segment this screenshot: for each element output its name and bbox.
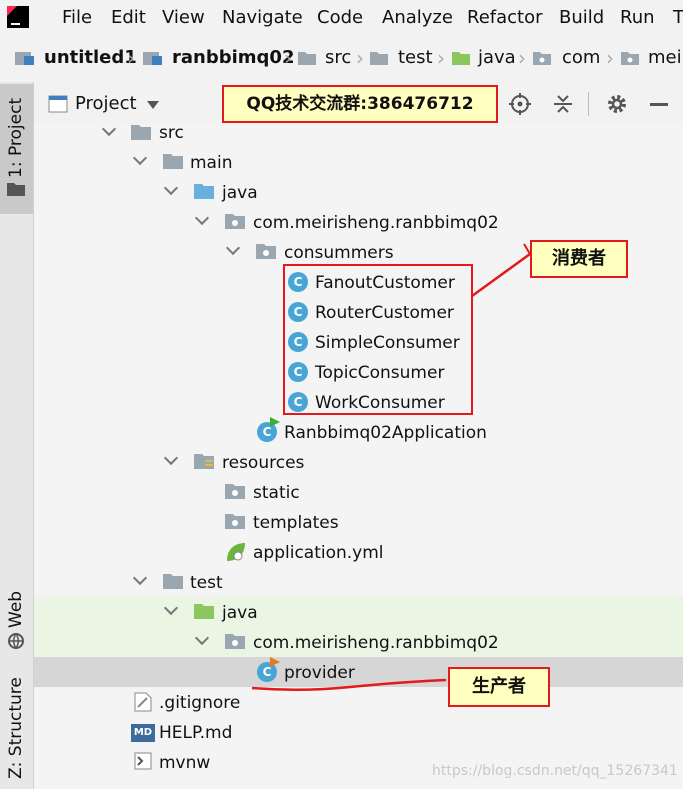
package-icon <box>225 214 245 229</box>
breadcrumb-separator: › <box>127 46 135 70</box>
menu-run[interactable]: Run <box>620 7 655 29</box>
producer-underline-arrow <box>251 678 447 692</box>
menu-bar: File Edit View Navigate Code Analyze Ref… <box>0 0 683 36</box>
test-folder-icon <box>194 604 214 619</box>
menu-tools[interactable]: T <box>673 7 683 29</box>
breadcrumb-separator: › <box>437 46 445 70</box>
tree-item-test-package[interactable]: com.meirisheng.ranbbimq02 <box>253 632 499 654</box>
markdown-file-icon: MD <box>131 724 155 742</box>
menu-edit[interactable]: Edit <box>111 7 146 29</box>
project-view-icon <box>48 95 68 113</box>
breadcrumb-separator: › <box>518 46 526 70</box>
hide-panel-icon[interactable] <box>650 103 668 106</box>
breadcrumb-test[interactable]: test <box>398 47 433 69</box>
structure-tab-label[interactable]: Z: Structure <box>6 677 26 779</box>
tree-item-help-md[interactable]: HELP.md <box>159 722 232 744</box>
tree-item-test-java[interactable]: java <box>222 602 258 624</box>
dropdown-arrow-icon[interactable] <box>147 101 159 109</box>
module-icon <box>143 52 162 65</box>
project-view-selector[interactable]: Project <box>75 93 137 114</box>
locate-icon[interactable] <box>509 93 531 115</box>
tree-item-consummers[interactable]: consummers <box>284 242 394 264</box>
qq-group-banner: QQ技术交流群:386476712 <box>222 85 498 123</box>
tree-item-resources[interactable]: resources <box>222 452 304 474</box>
spring-config-icon <box>227 543 245 561</box>
module-icon <box>15 52 34 65</box>
package-icon <box>533 52 551 65</box>
tree-item-package[interactable]: com.meirisheng.ranbbimq02 <box>253 212 499 234</box>
breadcrumb-java[interactable]: java <box>478 47 516 69</box>
tree-item-gitignore[interactable]: .gitignore <box>159 692 240 714</box>
tree-item-static[interactable]: static <box>253 482 300 504</box>
folder-icon <box>370 52 388 65</box>
breadcrumb-ranbbimq02[interactable]: ranbbimq02 <box>172 47 294 69</box>
folder-icon <box>225 514 245 529</box>
folder-icon <box>298 52 316 65</box>
collapse-all-icon[interactable] <box>552 93 574 115</box>
project-tab-label[interactable]: 1: Project <box>6 98 26 178</box>
intellij-logo-icon <box>7 6 29 28</box>
shell-script-icon <box>134 752 152 770</box>
watermark-url: https://blog.csdn.net/qq_15267341 <box>432 763 678 779</box>
consumer-callout: 消费者 <box>530 240 628 278</box>
folder-icon <box>163 154 183 169</box>
tree-item-application-yml[interactable]: application.yml <box>253 542 384 564</box>
tree-item-src[interactable]: src <box>159 122 184 144</box>
menu-code[interactable]: Code <box>317 7 363 29</box>
tree-item-application[interactable]: Ranbbimq02Application <box>284 422 487 444</box>
breadcrumb-untitled1[interactable]: untitled1 <box>44 47 137 69</box>
menu-analyze[interactable]: Analyze <box>382 7 453 29</box>
gitignore-file-icon <box>134 692 152 712</box>
consumer-highlight-box <box>283 264 473 415</box>
package-icon <box>621 52 639 65</box>
folder-icon <box>7 183 25 196</box>
menu-navigate[interactable]: Navigate <box>222 7 303 29</box>
folder-icon <box>163 574 183 589</box>
run-marker-icon <box>270 657 280 667</box>
breadcrumb-src[interactable]: src <box>325 47 351 69</box>
run-marker-icon <box>270 417 280 427</box>
tree-item-templates[interactable]: templates <box>253 512 339 534</box>
producer-callout: 生产者 <box>448 667 550 707</box>
breadcrumb-separator: › <box>284 46 292 70</box>
tree-item-main[interactable]: main <box>190 152 232 174</box>
package-icon <box>225 634 245 649</box>
tree-item-test[interactable]: test <box>190 572 223 594</box>
menu-file[interactable]: File <box>62 7 92 29</box>
header-divider <box>588 92 589 116</box>
package-icon <box>256 244 276 259</box>
breadcrumb-com[interactable]: com <box>562 47 600 69</box>
menu-view[interactable]: View <box>162 7 205 29</box>
tree-item-java[interactable]: java <box>222 182 258 204</box>
source-folder-icon <box>194 184 214 199</box>
menu-refactor[interactable]: Refactor <box>467 7 543 29</box>
folder-icon <box>225 484 245 499</box>
web-tab-label[interactable]: Web <box>6 591 26 628</box>
breadcrumb-separator: › <box>356 46 364 70</box>
test-folder-icon <box>452 52 470 65</box>
breadcrumb-meirisheng[interactable]: meir <box>648 47 683 69</box>
web-icon <box>8 633 24 649</box>
menu-build[interactable]: Build <box>559 7 604 29</box>
gear-icon[interactable] <box>606 93 628 115</box>
folder-icon <box>131 125 151 140</box>
resources-folder-icon <box>194 454 214 469</box>
tree-item-mvnw[interactable]: mvnw <box>159 752 210 774</box>
breadcrumb-separator: › <box>606 46 614 70</box>
